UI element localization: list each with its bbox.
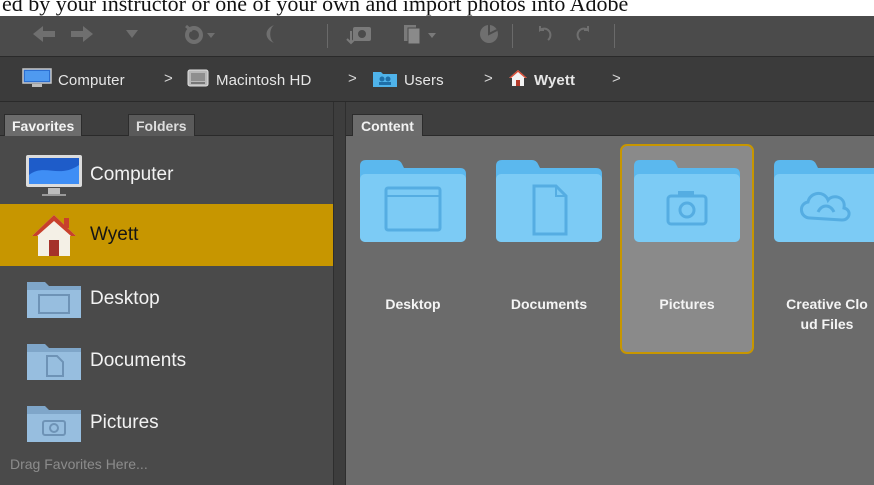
favorite-item-computer[interactable]: Computer [0, 144, 333, 206]
favorite-label: Pictures [90, 412, 159, 433]
tab-folders[interactable]: Folders [128, 114, 195, 136]
content-item-creative-cloud-files[interactable]: Creative Clo ud Files [760, 144, 874, 354]
tab-favorites[interactable]: Favorites [4, 114, 83, 136]
toolbar [0, 16, 874, 56]
tab-content[interactable]: Content [352, 114, 423, 136]
favorite-item-wyett[interactable]: Wyett [0, 204, 333, 266]
content-item-documents[interactable]: Documents [482, 144, 616, 354]
boomerang-icon[interactable] [258, 22, 280, 46]
content-panel: Content Desktop Documents Pictures Creat… [346, 102, 874, 485]
document-text: ed by your instructor or one of your own… [2, 0, 629, 16]
imac-icon [24, 152, 84, 198]
rotate-right-icon[interactable] [572, 22, 596, 46]
toolbar-separator [327, 24, 328, 48]
breadcrumb: Computer > Macintosh HD > Users > Wyett … [0, 56, 874, 102]
creative-cloud-folder-icon [774, 160, 874, 242]
breadcrumb-separator: > [348, 70, 357, 87]
open-in-camera-raw-icon[interactable] [476, 22, 502, 46]
desktop-folder-icon [24, 276, 84, 322]
rotate-left-icon[interactable] [532, 22, 556, 46]
breadcrumb-item-macintosh-hd[interactable]: Macintosh HD [186, 68, 312, 92]
get-photos-camera-icon[interactable] [344, 22, 374, 46]
document-text-strip: ed by your instructor or one of your own… [0, 0, 874, 16]
content-item-label: Pictures [659, 296, 715, 312]
forward-arrow-icon[interactable] [68, 22, 96, 46]
pictures-folder-icon [634, 160, 740, 242]
desktop-folder-icon [360, 160, 466, 242]
favorites-panel: Favorites Folders Computer Wyett Desktop… [0, 102, 333, 485]
refine-dropdown-icon[interactable] [400, 22, 442, 46]
breadcrumb-label: Users [404, 71, 444, 89]
pictures-folder-icon [24, 400, 84, 446]
favorite-item-pictures[interactable]: Pictures [0, 392, 333, 454]
favorite-label: Computer [90, 164, 174, 185]
hard-drive-icon [186, 68, 210, 92]
panel-splitter[interactable] [333, 102, 346, 485]
favorite-item-documents[interactable]: Documents [0, 330, 333, 392]
breadcrumb-separator: > [164, 70, 173, 87]
recent-folder-icon[interactable] [182, 22, 218, 46]
favorite-label: Wyett [90, 224, 139, 245]
content-item-pictures[interactable]: Pictures [620, 144, 754, 354]
favorite-item-desktop[interactable]: Desktop [0, 268, 333, 330]
breadcrumb-label: Macintosh HD [216, 71, 312, 89]
breadcrumb-item-wyett[interactable]: Wyett [508, 70, 575, 90]
content-item-desktop[interactable]: Desktop [346, 144, 480, 354]
favorite-label: Documents [90, 350, 187, 371]
computer-icon [22, 68, 52, 92]
breadcrumb-separator: > [612, 70, 621, 87]
back-arrow-icon[interactable] [30, 22, 58, 46]
breadcrumb-separator: > [484, 70, 493, 87]
content-item-label: Documents [510, 296, 588, 312]
drag-favorites-hint: Drag Favorites Here... [10, 456, 148, 472]
documents-folder-icon [24, 338, 84, 384]
breadcrumb-label: Wyett [534, 71, 576, 89]
users-folder-icon [372, 68, 398, 92]
content-tabbar: Content [346, 102, 874, 136]
breadcrumb-item-users[interactable]: Users [372, 70, 444, 90]
content-item-label: Desktop [385, 296, 441, 312]
breadcrumb-label: Computer [58, 71, 125, 89]
home-icon [24, 212, 84, 258]
left-panel-tabbar: Favorites Folders [0, 102, 333, 136]
content-item-label: Creative Clo ud Files [786, 296, 868, 332]
history-dropdown-icon[interactable] [124, 22, 140, 46]
toolbar-separator [614, 24, 615, 48]
toolbar-separator [512, 24, 513, 48]
breadcrumb-item-computer[interactable]: Computer [22, 68, 125, 92]
home-icon [508, 68, 528, 92]
favorite-label: Desktop [90, 288, 160, 309]
documents-folder-icon [496, 160, 602, 242]
